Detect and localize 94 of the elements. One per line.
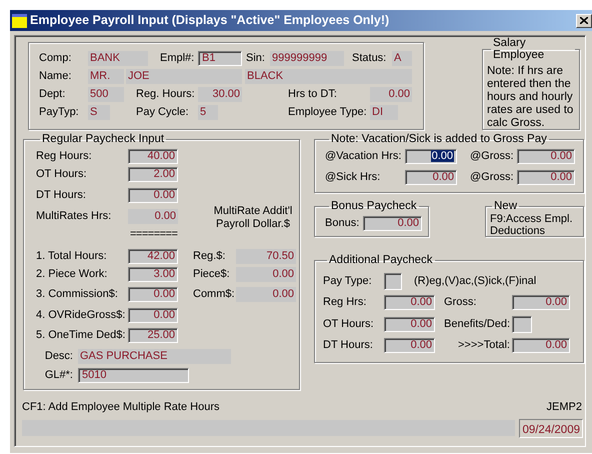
input-field[interactable]	[384, 272, 402, 290]
value-display: BANK	[88, 51, 148, 66]
input-field[interactable]: 42.00	[128, 248, 178, 264]
field-label: Reg. Hours:	[136, 87, 196, 102]
field-label: Sin:	[246, 51, 266, 66]
field-label: 5. OneTime Ded$:	[36, 328, 126, 343]
input-field[interactable]	[512, 316, 532, 332]
value-display: BLACK	[245, 69, 412, 84]
value-display: 30.00	[198, 87, 242, 102]
group-title: Note: Vacation/Sick is added to Gross Pay	[330, 134, 548, 146]
value-display: 0.00	[236, 266, 296, 282]
input-field[interactable]: 2.00	[128, 166, 178, 182]
field-label: 4. OVRideGross$:	[36, 308, 126, 323]
value-display: MR.	[88, 69, 124, 84]
field-label: OT Hours:	[36, 166, 88, 182]
group-title: New	[493, 201, 518, 212]
value-display: 0.00	[236, 286, 296, 302]
field-label: 2. Piece Work:	[36, 266, 108, 282]
field-label: Piece$:	[193, 266, 231, 282]
value-display: 5	[198, 105, 218, 120]
field-label: Empl#:	[160, 51, 196, 66]
field-label: Reg.$:	[193, 248, 226, 264]
input-field[interactable]: 0.00	[512, 294, 570, 310]
note-text: F9:Access Empl. Deductions	[490, 212, 574, 236]
value-display: 0.00	[370, 87, 412, 102]
input-field[interactable]: 3.00	[128, 266, 178, 282]
field-label: Comp:	[39, 51, 72, 66]
field-label: Bonus:	[325, 216, 360, 231]
field-label: >>>>Total:	[457, 338, 511, 353]
value-display: S	[88, 105, 110, 120]
field-label: Status:	[352, 51, 388, 66]
field-label: MultiRates Hrs:	[36, 208, 112, 224]
app-icon	[12, 14, 27, 28]
input-field[interactable]: 0.00	[517, 170, 575, 184]
input-field[interactable]: 0.00	[512, 338, 570, 352]
field-label: Dept:	[39, 87, 66, 102]
input-field[interactable]: 0.00	[405, 148, 457, 164]
field-label: GL#*:	[44, 368, 74, 383]
input-field[interactable]: 0.00	[128, 308, 178, 322]
field-label: 3. Commission$:	[36, 286, 119, 302]
field-label: @Gross:	[470, 170, 515, 185]
field-label: Pay Type:	[323, 274, 373, 289]
value-display: A	[392, 51, 412, 66]
value-display: 999999999	[270, 51, 344, 66]
input-field[interactable]: 0.00	[405, 170, 457, 184]
separator-text: ========	[130, 226, 178, 242]
field-label: Comm$:	[193, 286, 236, 302]
close-icon	[580, 17, 588, 24]
field-label: Reg Hrs:	[323, 294, 368, 310]
field-label: @Sick Hrs:	[325, 170, 382, 185]
field-label: Benefits/Ded:	[444, 316, 512, 332]
input-field[interactable]: 0.00	[384, 294, 435, 310]
note-text: Note: If hrs are entered then the hours and hourly rates are used to calc Gross.	[487, 65, 574, 130]
field-label: Desc:	[44, 348, 74, 364]
value-display: 70.50	[236, 248, 296, 264]
field-label: Hrs to DT:	[288, 87, 338, 102]
group-title: Additional Paycheck	[328, 255, 434, 266]
field-label: 1. Total Hours:	[36, 248, 108, 264]
field-label: @Vacation Hrs:	[325, 148, 402, 164]
input-field[interactable]: 0.00	[384, 338, 435, 352]
input-field[interactable]: 0.00	[128, 286, 178, 302]
group-title: Salary Employee	[492, 38, 546, 61]
date-display: 09/24/2009	[519, 418, 583, 438]
field-label: @Gross:	[470, 148, 515, 164]
field-label: Reg Hours:	[36, 148, 93, 164]
field-label: DT Hours:	[323, 338, 374, 353]
input-field[interactable]: 25.00	[128, 328, 178, 342]
input-field[interactable]: B1	[198, 51, 242, 66]
group-title: Bonus Paycheck	[330, 201, 418, 212]
field-label: DT Hours:	[36, 188, 87, 203]
value-display: GAS PURCHASE	[78, 348, 231, 364]
value-display: 0.00	[128, 208, 178, 224]
input-field[interactable]: 5010	[78, 368, 189, 382]
note-text: MultiRate Addit'l Payroll Dollar.$	[212, 204, 294, 232]
field-label: Employee Type:	[288, 105, 368, 120]
input-field[interactable]: 0.00	[128, 188, 178, 202]
field-label: PayTyp:	[39, 105, 80, 120]
window-title: Employee Payroll Input (Displays "Active" Employees Only!)	[30, 12, 390, 30]
value-display: DI	[370, 105, 398, 120]
field-label: Pay Cycle:	[136, 105, 190, 120]
field-label: Gross:	[444, 294, 478, 310]
group-title: Regular Paycheck Input	[41, 134, 166, 146]
input-field[interactable]: 0.00	[363, 216, 422, 230]
field-label: Name:	[39, 69, 72, 84]
input-field[interactable]: 0.00	[384, 316, 435, 332]
program-code: JEMP2	[546, 400, 582, 415]
hint-text: CF1: Add Employee Multiple Rate Hours	[22, 400, 220, 415]
field-label: OT Hours:	[323, 316, 375, 332]
hint-text: (R)eg,(V)ac,(S)ick,(F)inal	[414, 274, 536, 289]
close-button[interactable]	[576, 14, 592, 28]
value-display: JOE	[126, 69, 242, 84]
value-display: 500	[88, 87, 124, 102]
input-field[interactable]: 0.00	[517, 148, 575, 164]
input-field[interactable]: 40.00	[128, 148, 178, 164]
